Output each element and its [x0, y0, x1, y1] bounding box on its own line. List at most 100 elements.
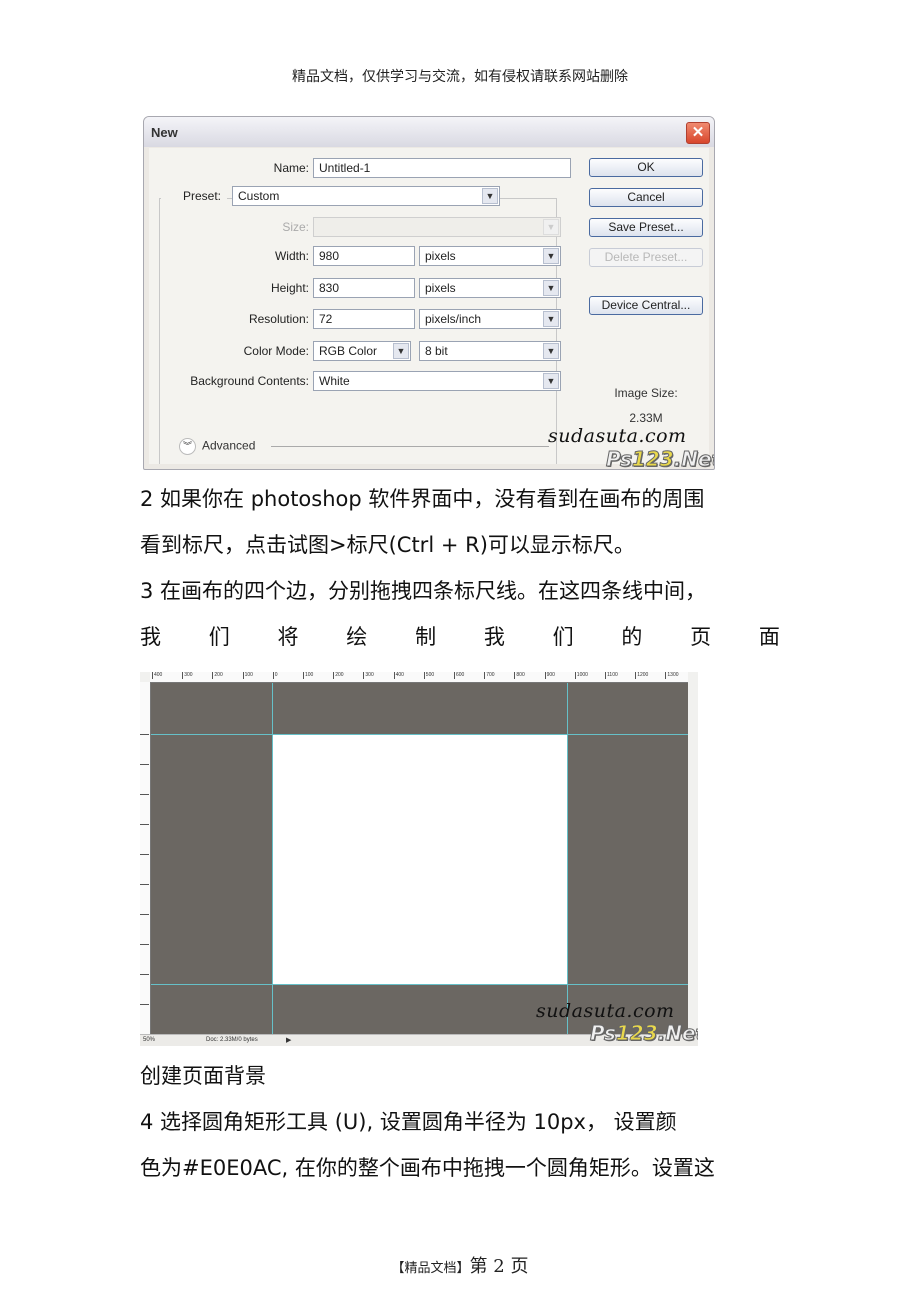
document-area — [272, 734, 567, 984]
ruler-top-label: 100 — [242, 672, 253, 679]
chevron-down-icon: ▼ — [482, 188, 498, 204]
watermark-site: sudasuta.com — [548, 425, 687, 447]
ruler-top-label: 100 — [303, 672, 314, 679]
ruler-top-label: 700 — [484, 672, 495, 679]
text-line: 看到标尺，点击试图>标尺(Ctrl + R)可以显示标尺。 — [140, 533, 635, 557]
ruler-left-tick — [140, 944, 149, 945]
chevron-down-icon: ▼ — [543, 373, 559, 389]
background-value: White — [319, 374, 350, 388]
advanced-label: Advanced — [202, 438, 256, 453]
ruler-left-tick — [140, 974, 149, 975]
resolution-label: Resolution: — [248, 312, 309, 326]
device-central-button[interactable]: Device Central... — [589, 296, 703, 315]
caption: 创建页面背景 — [140, 1064, 266, 1088]
cancel-button[interactable]: Cancel — [589, 188, 703, 207]
advanced-divider — [271, 446, 549, 447]
save-preset-button[interactable]: Save Preset... — [589, 218, 703, 237]
ruler-left-tick — [140, 884, 149, 885]
char: 我 — [140, 625, 161, 649]
ruler-top-label: 800 — [514, 672, 525, 679]
dialog-title: New — [151, 125, 178, 140]
resolution-unit-select[interactable]: pixels/inch ▼ — [419, 309, 561, 329]
image-size-value: 2.33M — [629, 411, 663, 425]
page-header: 精品文档，仅供学习与交流，如有侵权请联系网站删除 — [292, 69, 628, 85]
ruler-left-tick — [140, 914, 149, 915]
ruler-top-label: 300 — [182, 672, 193, 679]
canvas-screenshot: 400 300 200 100 0 100 200 300 400 500 600 700 800 900… — [140, 672, 698, 1046]
chevron-double-down-icon: ︾ — [179, 438, 196, 455]
ruler-top-label: 0 — [272, 672, 278, 679]
width-unit-value: pixels — [425, 249, 456, 263]
bit-depth-value: 8 bit — [425, 344, 448, 358]
close-icon[interactable]: ✕ — [686, 122, 710, 144]
ruler-top-label: 300 — [363, 672, 374, 679]
char: 们 — [208, 625, 230, 649]
chevron-down-icon: ▼ — [543, 311, 559, 327]
char: 页 — [690, 625, 712, 649]
watermark-brand: Ps123.Net — [606, 447, 714, 470]
ruler-left — [140, 682, 151, 1034]
chevron-down-icon: ▼ — [543, 280, 559, 296]
char: 的 — [621, 625, 643, 649]
ruler-top-label: 200 — [212, 672, 223, 679]
color-mode-select[interactable]: RGB Color ▼ — [313, 341, 411, 361]
dialog-body: Name: Untitled-1 Preset: Custom ▼ Size: … — [149, 148, 709, 464]
preset-group-box — [159, 198, 557, 464]
preset-label: Preset: — [161, 189, 228, 203]
ruler-top-label: 400 — [393, 672, 404, 679]
status-menu-arrow-icon[interactable]: ▶ — [286, 1036, 291, 1044]
resolution-input[interactable]: 72 — [313, 309, 415, 329]
text-line: 2 如果你在 photoshop 软件界面中，没有看到在画布的周围 — [140, 487, 705, 511]
ruler-top-label: 1000 — [574, 672, 588, 679]
footer-bracket: 【精品文档】 — [391, 1261, 470, 1276]
chevron-down-icon: ▼ — [543, 343, 559, 359]
ruler-top-label: 1300 — [665, 672, 679, 679]
text-line: 4 选择圆角矩形工具 (U), 设置圆角半径为 10px， 设置颜 — [140, 1110, 677, 1134]
ruler-left-tick — [140, 794, 149, 795]
text-line: 3 在画布的四个边，分别拖拽四条标尺线。在这四条线中间， — [140, 579, 707, 603]
guide-horizontal-top[interactable] — [151, 734, 688, 735]
color-mode-label: Color Mode: — [243, 344, 309, 358]
ruler-left-tick — [140, 854, 149, 855]
chevron-down-icon: ▼ — [543, 219, 559, 235]
char: 将 — [277, 625, 299, 649]
ruler-top-label: 900 — [544, 672, 555, 679]
page-number: 第 2 页 — [469, 1256, 529, 1277]
ruler-top-label: 1100 — [605, 672, 618, 679]
new-document-dialog: New ✕ Name: Untitled-1 Preset: Custom ▼ … — [143, 116, 715, 470]
ruler-top-label: 400 — [152, 672, 163, 679]
char: 们 — [552, 625, 574, 649]
ok-button[interactable]: OK — [589, 158, 703, 177]
guide-vertical-left[interactable] — [272, 683, 273, 1034]
ruler-left-tick — [140, 824, 149, 825]
char: 我 — [483, 625, 505, 649]
chevron-down-icon: ▼ — [393, 343, 409, 359]
status-zoom[interactable]: 50% — [143, 1037, 155, 1043]
delete-preset-button: Delete Preset... — [589, 248, 703, 267]
width-unit-select[interactable]: pixels ▼ — [419, 246, 561, 266]
width-input[interactable]: 980 — [313, 246, 415, 266]
ruler-left-tick — [140, 1004, 149, 1005]
resolution-unit-value: pixels/inch — [425, 312, 482, 326]
ruler-top-label: 1200 — [635, 672, 649, 679]
preset-select[interactable]: Custom ▼ — [232, 186, 500, 206]
name-label: Name: — [273, 161, 309, 175]
ruler-top-label: 500 — [423, 672, 435, 679]
height-input[interactable]: 830 — [313, 278, 415, 298]
ruler-left-tick — [140, 764, 149, 765]
guide-horizontal-bottom[interactable] — [151, 984, 688, 985]
guide-vertical-right[interactable] — [567, 683, 568, 1034]
paragraph-step-4: 创建页面背景 4 选择圆角矩形工具 (U), 设置圆角半径为 10px， 设置颜… — [140, 1053, 780, 1191]
name-input[interactable]: Untitled-1 — [313, 158, 571, 178]
ruler-top-label: 200 — [333, 672, 344, 679]
height-unit-select[interactable]: pixels ▼ — [419, 278, 561, 298]
width-label: Width: — [274, 249, 309, 263]
watermark-site: sudasuta.com — [536, 1000, 675, 1022]
bit-depth-select[interactable]: 8 bit ▼ — [419, 341, 561, 361]
background-select[interactable]: White ▼ — [313, 371, 561, 391]
char: 制 — [415, 625, 437, 649]
ruler-left-tick — [140, 734, 149, 735]
preset-value: Custom — [238, 189, 280, 203]
watermark-brand: Ps123.Net — [590, 1021, 698, 1046]
advanced-toggle[interactable]: ︾ Advanced — [179, 438, 255, 455]
